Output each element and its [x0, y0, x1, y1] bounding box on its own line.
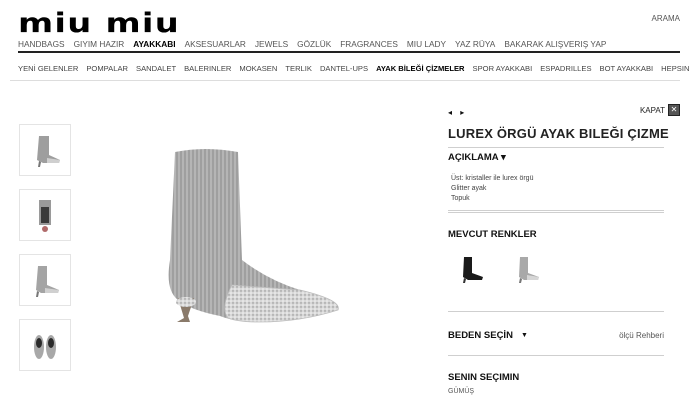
divider [448, 311, 664, 312]
selection-value: GÜMÜŞ [448, 388, 475, 395]
color-swatch-silver[interactable] [512, 254, 542, 289]
close-label: KAPAT [639, 105, 665, 115]
sub-item-new-arrivals[interactable]: YENİ GELENLER [18, 64, 78, 73]
sub-item-view-all[interactable]: HEPSINI GÖR [661, 64, 690, 73]
colors-heading: MEVCUT RENKLER [448, 229, 537, 240]
nav-item-summer-dream[interactable]: YAZ RÜYA [455, 39, 495, 49]
boot-back-thumb-icon [39, 200, 51, 232]
description-line: Topuk [451, 195, 470, 202]
sub-item-boots[interactable]: BOT AYAKKABI [600, 64, 654, 73]
sub-item-pumps[interactable]: POMPALAR [86, 64, 128, 73]
selection-heading: SENIN SEÇIMIN [448, 372, 520, 383]
sub-item-espadrilles[interactable]: ESPADRILLES [540, 64, 591, 73]
sub-item-ankle-boots[interactable]: AYAK BİLEĞİ ÇİZMELER [376, 64, 464, 73]
nav-item-accessories[interactable]: AKSESUARLAR [185, 39, 246, 49]
nav-item-shoes[interactable]: AYAKKABI [133, 39, 175, 49]
product-description: Üst: kristaller ile lurex örgü Glitter a… [451, 174, 533, 204]
nav-item-miu-lady[interactable]: MIU LADY [407, 39, 446, 49]
boot-angle-thumb-icon [36, 266, 59, 297]
sub-item-ballerinas[interactable]: BALERINLER [184, 64, 231, 73]
description-line: Glitter ayak [451, 185, 487, 192]
sub-item-lace-ups[interactable]: DANTEL-UPS [320, 64, 368, 73]
divider [448, 355, 664, 356]
thumbnail-angle-view[interactable] [19, 254, 71, 306]
nav-item-shop-the-look[interactable]: BAKARAK ALIŞVERIŞ YAP [504, 39, 606, 49]
sub-nav: YENİ GELENLER POMPALAR SANDALET BALERINL… [18, 64, 690, 73]
sub-item-moccasins[interactable]: MOKASEN [239, 64, 277, 73]
divider [448, 210, 664, 213]
nav-item-jewels[interactable]: JEWELS [255, 39, 288, 49]
thumbnail-side-view[interactable] [19, 124, 71, 176]
description-toggle[interactable]: AÇIKLAMA ▾ [448, 152, 506, 163]
color-swatches [456, 254, 542, 289]
sub-item-slippers[interactable]: TERLIK [285, 64, 312, 73]
miu-miu-logo[interactable]: miu miu [18, 10, 180, 37]
size-heading: BEDEN SEÇİN [448, 330, 513, 341]
product-pager-arrows[interactable]: ◂ ▸ [448, 108, 467, 117]
product-title: LUREX ÖRGÜ AYAK BILEĞI ÇIZME [448, 126, 669, 141]
search-link[interactable]: ARAMA [652, 14, 680, 23]
size-guide-link[interactable]: ölçü Rehberi [619, 331, 664, 340]
size-selector-label: BEDEN SEÇİN ▼ [448, 330, 528, 341]
size-selector[interactable]: BEDEN SEÇİN ▼ ölçü Rehberi [448, 330, 664, 341]
header-divider [18, 51, 680, 53]
product-main-image[interactable] [150, 140, 350, 340]
thumbnail-top-view[interactable] [19, 319, 71, 371]
thumbnail-list [19, 124, 71, 384]
main-nav: HANDBAGS GIYIM HAZIR AYAKKABI AKSESUARLA… [18, 39, 606, 49]
chevron-down-icon[interactable]: ▼ [521, 332, 528, 339]
black-boot-icon [463, 257, 483, 283]
nav-item-fragrances[interactable]: FRAGRANCES [340, 39, 398, 49]
close-button[interactable]: KAPAT ✕ [640, 104, 680, 116]
silver-boot-icon [519, 257, 539, 283]
nav-item-eyewear[interactable]: GÖZLÜK [297, 39, 331, 49]
boot-side-thumb-icon [37, 136, 60, 167]
x-icon: ✕ [668, 104, 680, 116]
sub-item-sneakers[interactable]: SPOR AYAKKABI [473, 64, 533, 73]
color-swatch-black[interactable] [456, 254, 486, 289]
thumbnail-back-view[interactable] [19, 189, 71, 241]
sub-item-sandals[interactable]: SANDALET [136, 64, 176, 73]
boot-pair-top-thumb-icon [34, 335, 56, 359]
glitter-sock-boot-icon [168, 149, 339, 323]
description-line: Üst: kristaller ile lurex örgü [451, 175, 534, 182]
nav-item-ready-to-wear[interactable]: GIYIM HAZIR [74, 39, 125, 49]
sub-nav-divider [10, 80, 680, 81]
divider [448, 147, 664, 148]
nav-item-handbags[interactable]: HANDBAGS [18, 39, 65, 49]
